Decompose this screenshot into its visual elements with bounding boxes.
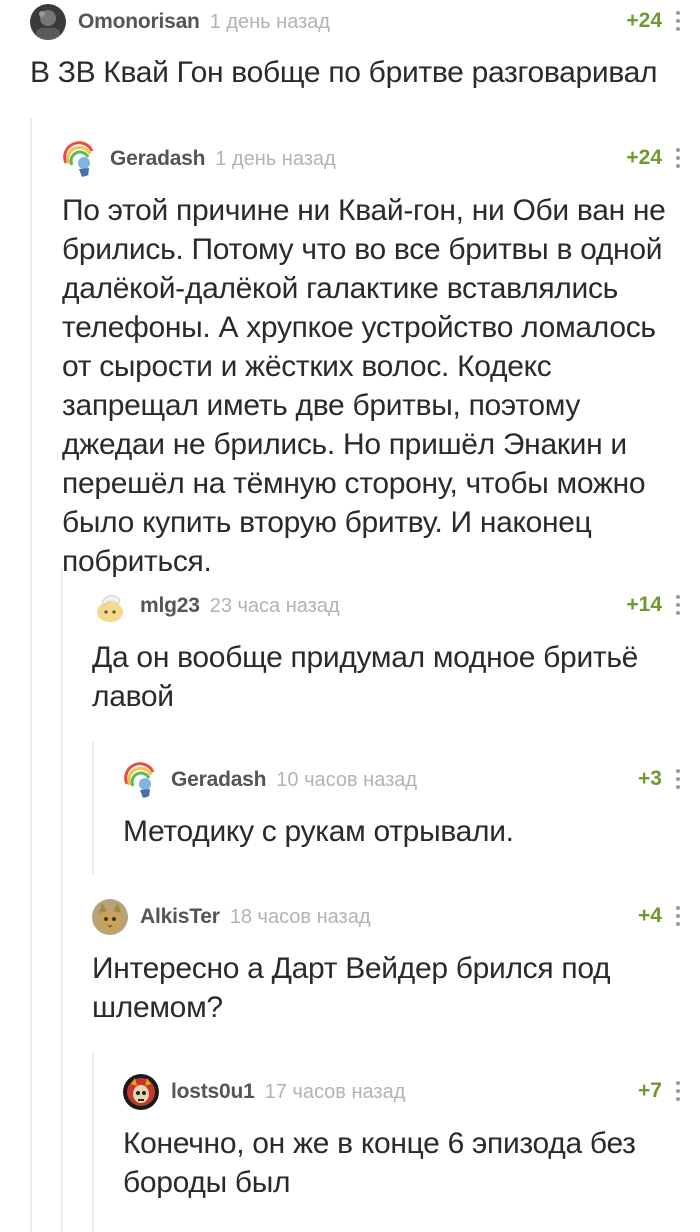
avatar[interactable] xyxy=(123,762,159,798)
comment-rating: +3 xyxy=(638,767,662,790)
comment-header: AlkisTer 18 часов назад +4 xyxy=(92,895,700,939)
comment-header: losts0u1 17 часов назад +7 xyxy=(123,1070,700,1114)
comment-header: Geradash 1 день назад +24 xyxy=(62,137,700,181)
comment-rating: +14 xyxy=(626,593,662,616)
avatar[interactable] xyxy=(92,899,128,935)
more-options-icon[interactable] xyxy=(672,764,684,794)
comment-text: По этой причине ни Квай-гон, ни Оби ван … xyxy=(62,194,666,578)
author-name[interactable]: mlg23 xyxy=(140,594,200,618)
author-name[interactable]: Geradash xyxy=(171,768,266,792)
avatar[interactable] xyxy=(92,588,128,624)
more-options-icon[interactable] xyxy=(672,590,684,620)
comment-time[interactable]: 18 часов назад xyxy=(230,906,371,929)
comment: Geradash 1 день назад +24 По этой причин… xyxy=(0,137,700,581)
comment: Omonorisan 1 день назад +24 В ЗВ Квай Го… xyxy=(0,0,700,92)
comment: AlkisTer 18 часов назад +4 Интересно а Д… xyxy=(0,895,700,1027)
comment-header: Omonorisan 1 день назад +24 xyxy=(30,0,700,44)
comment-text: Методику с рукам отрывали. xyxy=(123,815,514,848)
author-name[interactable]: Omonorisan xyxy=(78,10,200,34)
more-options-icon[interactable] xyxy=(672,901,684,931)
comment-text: В ЗВ Квай Гон вобще по бритве разговарив… xyxy=(30,56,658,89)
comment-time[interactable]: 10 часов назад xyxy=(276,769,417,792)
comment-time[interactable]: 17 часов назад xyxy=(265,1081,406,1104)
comment: losts0u1 17 часов назад +7 Конечно, он ж… xyxy=(0,1070,700,1202)
comment-rating: +7 xyxy=(638,1079,662,1102)
comment-header: mlg23 23 часа назад +14 xyxy=(92,584,700,628)
comment-rating: +24 xyxy=(626,146,662,169)
comment-time[interactable]: 1 день назад xyxy=(210,11,330,34)
comment-time[interactable]: 23 часа назад xyxy=(210,595,340,618)
more-options-icon[interactable] xyxy=(672,6,684,36)
comment: mlg23 23 часа назад +14 Да он вообще при… xyxy=(0,584,700,716)
avatar[interactable] xyxy=(30,4,66,40)
avatar[interactable] xyxy=(123,1074,159,1110)
comment-rating: +24 xyxy=(626,9,662,32)
comment-rating: +4 xyxy=(638,904,662,927)
more-options-icon[interactable] xyxy=(672,1076,684,1106)
comment-text: Конечно, он же в конце 6 эпизода без бор… xyxy=(123,1127,636,1199)
comment-header: Geradash 10 часов назад +3 xyxy=(123,758,700,802)
author-name[interactable]: losts0u1 xyxy=(171,1080,255,1104)
more-options-icon[interactable] xyxy=(672,143,684,173)
comment: Geradash 10 часов назад +3 Методику с ру… xyxy=(0,758,700,851)
comment-text: Интересно а Дарт Вейдер брился под шлемо… xyxy=(92,952,611,1024)
author-name[interactable]: Geradash xyxy=(110,147,205,171)
comment-time[interactable]: 1 день назад xyxy=(215,148,335,171)
author-name[interactable]: AlkisTer xyxy=(140,905,220,929)
avatar[interactable] xyxy=(62,141,98,177)
comment-text: Да он вообще придумал модное бритьё лаво… xyxy=(92,641,639,713)
